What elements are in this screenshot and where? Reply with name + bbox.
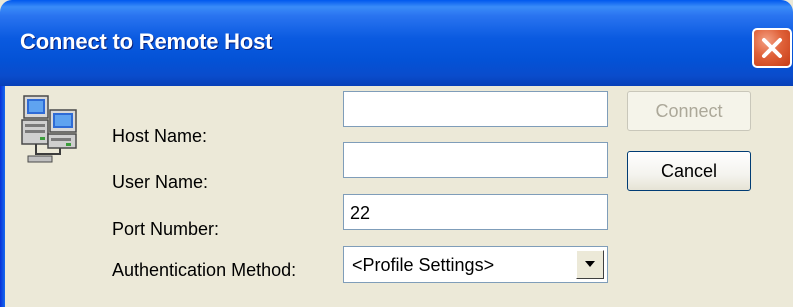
close-icon	[762, 38, 782, 58]
close-button[interactable]	[752, 28, 792, 68]
dropdown-arrow-button[interactable]	[576, 250, 604, 279]
networked-computers-icon	[20, 92, 80, 164]
window-left-border	[0, 86, 5, 307]
host-name-input[interactable]	[343, 91, 608, 127]
connect-dialog: Connect to Remote Host Host Name: User N…	[0, 0, 793, 307]
host-name-label: Host Name:	[112, 126, 208, 146]
cancel-button[interactable]: Cancel	[627, 151, 751, 191]
user-name-input[interactable]	[343, 142, 608, 178]
chevron-down-icon	[585, 261, 595, 267]
port-number-label: Port Number:	[112, 219, 220, 239]
authentication-method-label: Authentication Method:	[112, 260, 297, 280]
title-bar[interactable]: Connect to Remote Host	[0, 0, 793, 86]
authentication-method-select[interactable]: <Profile Settings>	[343, 246, 608, 283]
window-title: Connect to Remote Host	[20, 29, 273, 54]
port-number-input[interactable]: 22	[343, 194, 608, 230]
user-name-label: User Name:	[112, 172, 209, 192]
connect-button[interactable]: Connect	[627, 91, 751, 131]
authentication-method-value: <Profile Settings>	[352, 255, 495, 275]
